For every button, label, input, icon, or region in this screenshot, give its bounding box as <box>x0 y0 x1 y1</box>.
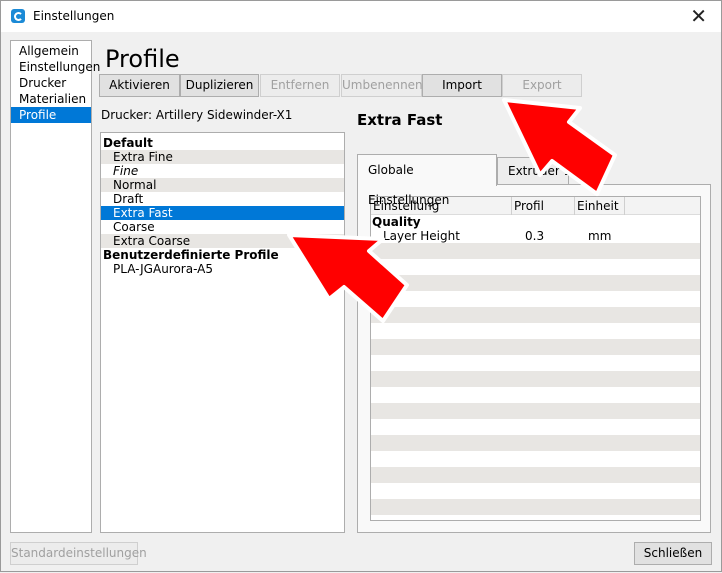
window-title: Einstellungen <box>33 9 115 23</box>
activate-button[interactable]: Aktivieren <box>99 74 180 97</box>
empty-table-row <box>371 243 700 259</box>
export-button[interactable]: Export <box>502 74 582 97</box>
empty-table-row <box>371 307 700 323</box>
printer-label: Drucker: Artillery Sidewinder-X1 <box>101 108 293 122</box>
profile-item-extra-coarse[interactable]: Extra Coarse <box>101 234 344 248</box>
nav-item-einstellungen[interactable]: Einstellungen <box>11 59 100 75</box>
setting-name: Layer Height <box>383 229 460 243</box>
nav-item-drucker[interactable]: Drucker <box>11 75 91 91</box>
profile-item-extra-fast[interactable]: Extra Fast <box>101 206 344 220</box>
setting-profile-value: 0.3 <box>525 229 545 243</box>
nav-item-materialien[interactable]: Materialien <box>11 91 91 107</box>
title-bar: Einstellungen ✕ <box>1 1 721 32</box>
profile-list: Default Extra Fine Fine Normal Draft Ext… <box>100 132 345 533</box>
profile-item-coarse[interactable]: Coarse <box>101 220 344 234</box>
remove-button[interactable]: Entfernen <box>260 74 340 97</box>
profile-group-default: Default <box>103 136 153 150</box>
empty-table-row <box>371 291 700 307</box>
empty-table-row <box>371 355 700 371</box>
empty-table-row <box>371 515 700 520</box>
empty-table-row <box>371 451 700 467</box>
empty-table-row <box>371 371 700 387</box>
table-group-quality: Quality <box>372 215 421 229</box>
rename-button[interactable]: Umbenennen <box>341 74 423 97</box>
setting-unit: mm <box>588 229 612 243</box>
empty-table-row <box>371 387 700 403</box>
close-icon[interactable]: ✕ <box>690 4 707 28</box>
cura-app-icon <box>11 9 25 23</box>
tab-panel-global: Einstellung Profil Einheit Quality Layer… <box>357 184 711 533</box>
empty-table-row <box>371 435 700 451</box>
empty-table-row <box>371 467 700 483</box>
profile-item-normal[interactable]: Normal <box>101 178 344 192</box>
empty-table-row <box>371 499 700 515</box>
import-button[interactable]: Import <box>422 74 502 97</box>
table-row[interactable]: Layer Height 0.3 mm <box>371 229 700 243</box>
tab-global-settings[interactable]: Globale Einstellungen <box>357 154 497 207</box>
settings-window: Einstellungen ✕ Allgemein Einstellungen … <box>0 0 722 572</box>
restore-defaults-button[interactable]: Standardeinstellungen <box>10 542 147 565</box>
nav-item-allgemein[interactable]: Allgemein <box>11 43 91 59</box>
settings-nav: Allgemein Einstellungen Drucker Material… <box>10 40 100 533</box>
empty-table-row <box>371 259 700 275</box>
empty-table-row <box>371 323 700 339</box>
empty-table-row <box>371 419 700 435</box>
empty-table-row <box>371 483 700 499</box>
profile-detail-title: Extra Fast <box>357 111 443 129</box>
column-header-profile[interactable]: Profil <box>512 197 575 215</box>
close-button[interactable]: Schließen <box>634 542 712 565</box>
tab-extruder-1[interactable]: Extruder 1 <box>497 157 569 184</box>
duplicate-button[interactable]: Duplizieren <box>180 74 259 97</box>
profile-item-draft[interactable]: Draft <box>101 192 344 206</box>
profile-item-fine[interactable]: Fine <box>101 164 344 178</box>
profile-group-custom: Benutzerdefinierte Profile <box>103 248 279 262</box>
profile-item-pla-jgaurora-a5[interactable]: PLA-JGAurora-A5 <box>101 262 344 276</box>
page-title: Profile <box>105 45 180 73</box>
empty-table-row <box>371 403 700 419</box>
settings-table: Einstellung Profil Einheit Quality Layer… <box>370 196 701 521</box>
empty-table-row <box>371 275 700 291</box>
column-header-unit[interactable]: Einheit <box>575 197 625 215</box>
empty-table-row <box>371 339 700 355</box>
profile-item-extra-fine[interactable]: Extra Fine <box>101 150 344 164</box>
nav-item-profile[interactable]: Profile <box>11 107 91 123</box>
